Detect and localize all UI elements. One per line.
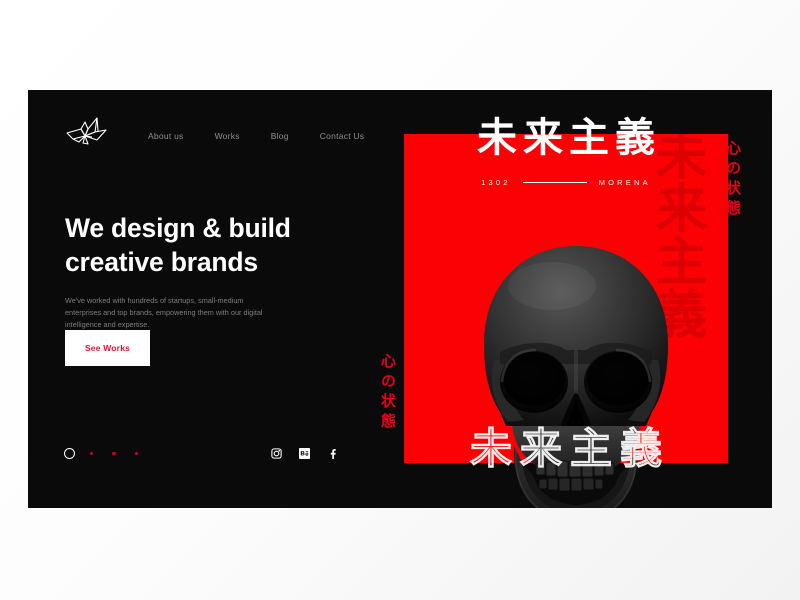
pager-dot-4[interactable] xyxy=(134,451,139,456)
pager-dot-active[interactable] xyxy=(64,448,75,459)
poster-outline-title: 未来主義 xyxy=(469,425,670,472)
see-works-button[interactable]: See Works xyxy=(65,330,150,366)
social-links[interactable] xyxy=(271,448,338,459)
carousel-pager[interactable] xyxy=(64,448,139,459)
poster-meta-right: MORENA xyxy=(598,178,651,187)
nav-item-blog[interactable]: Blog xyxy=(271,131,289,141)
nav-item-contact-us[interactable]: Contact Us xyxy=(320,131,365,141)
main-nav[interactable]: About us Works Blog Contact Us xyxy=(148,131,364,141)
origami-crane-logo-svg xyxy=(66,117,107,145)
poster-jp-title: 未来主義 xyxy=(477,116,661,160)
hero-canvas: About us Works Blog Contact Us We design… xyxy=(28,90,772,508)
origami-crane-logo-icon[interactable] xyxy=(64,116,110,150)
poster-vertical-text-right: 心の状態 xyxy=(724,140,741,220)
instagram-icon[interactable] xyxy=(271,448,282,459)
poster-background-text: 未来主義 xyxy=(647,134,705,340)
hero-text-block: We design & build creative brands We've … xyxy=(65,212,375,331)
poster-vertical-text-left: 心の状態 xyxy=(379,353,396,433)
hero-headline: We design & build creative brands xyxy=(65,213,291,277)
poster-meta-divider xyxy=(522,182,587,183)
pager-dot-2[interactable] xyxy=(90,451,94,456)
page-root: About us Works Blog Contact Us We design… xyxy=(0,0,800,600)
poster-meta-left: 1302 xyxy=(481,178,511,187)
hero-subcopy: We've worked with hundreds of startups, … xyxy=(65,296,263,329)
behance-icon[interactable] xyxy=(299,448,310,459)
nav-item-about-us[interactable]: About us xyxy=(148,131,184,141)
facebook-icon[interactable] xyxy=(327,448,338,459)
nav-item-works[interactable]: Works xyxy=(215,131,240,141)
poster-meta-row: 1302 MORENA xyxy=(404,178,728,187)
pager-dot-3[interactable] xyxy=(112,451,116,456)
